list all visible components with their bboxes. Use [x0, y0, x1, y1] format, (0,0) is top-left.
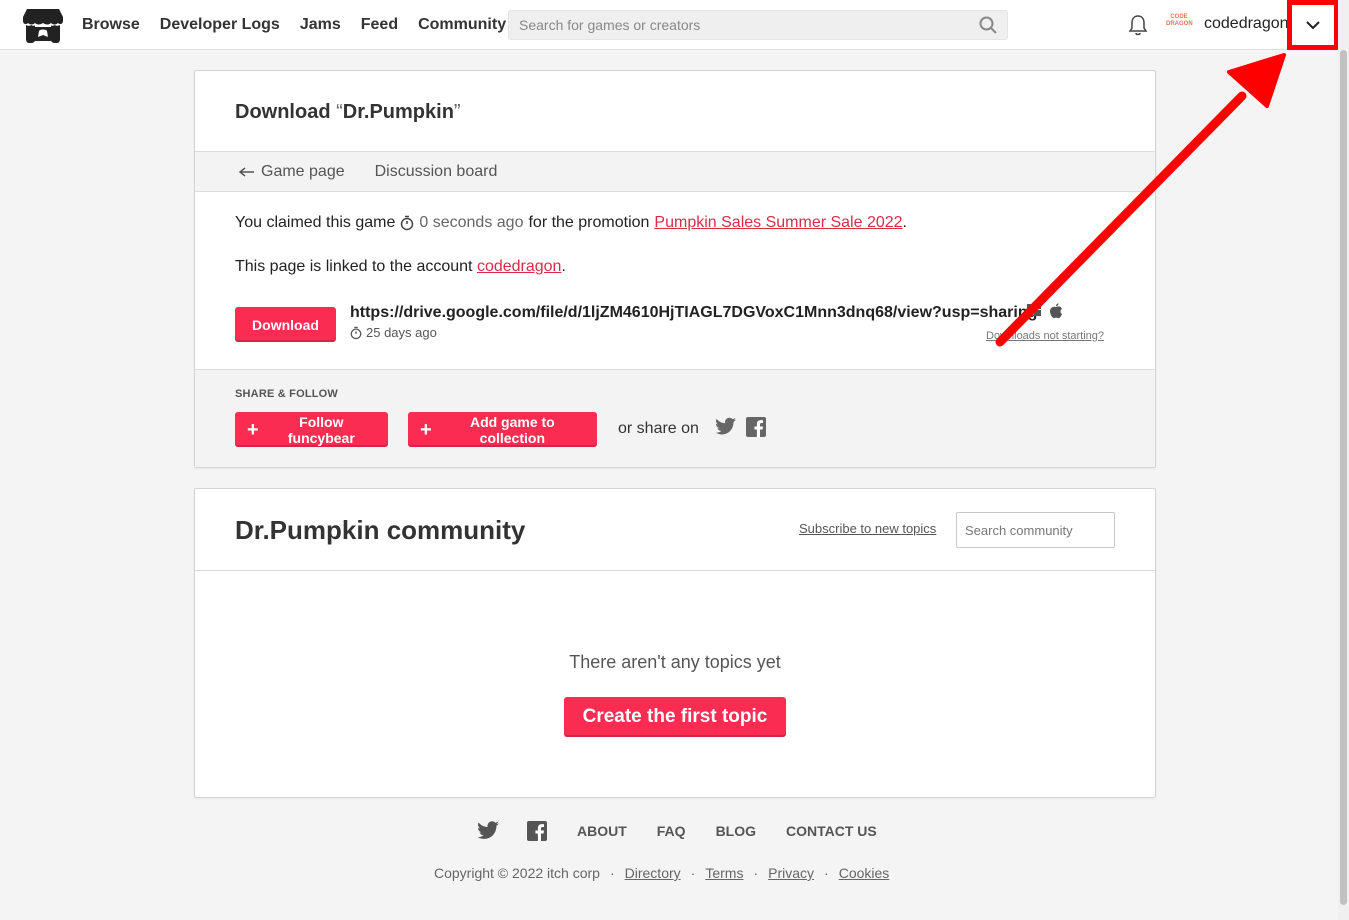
- tab-game-page-label: Game page: [261, 162, 345, 180]
- search-input[interactable]: [509, 11, 969, 39]
- footer-directory-link[interactable]: Directory: [625, 865, 681, 881]
- tab-discussion-board[interactable]: Discussion board: [375, 163, 498, 181]
- page-scrollbar[interactable]: [1338, 0, 1349, 920]
- download-button[interactable]: Download: [235, 307, 336, 342]
- footer-social: [478, 821, 547, 841]
- share-follow-heading: SHARE & FOLLOW: [235, 388, 339, 400]
- footer-about-link[interactable]: ABOUT: [577, 823, 627, 839]
- plus-icon: +: [247, 418, 259, 441]
- subscribe-topics-link[interactable]: Subscribe to new topics: [799, 521, 936, 536]
- file-name: https://drive.google.com/file/d/1ljZM461…: [350, 304, 1038, 321]
- footer-blog-link[interactable]: BLOG: [716, 823, 756, 839]
- stopwatch-icon: [350, 326, 362, 339]
- follow-label: Follow funcybear: [287, 413, 355, 446]
- promotion-link[interactable]: Pumpkin Sales Summer Sale 2022: [654, 214, 902, 231]
- follow-button[interactable]: + Follow funcybear: [235, 412, 388, 447]
- footer-privacy-link[interactable]: Privacy: [768, 865, 814, 881]
- stopwatch-icon: [401, 215, 414, 231]
- claim-info: You claimed this game 0 seconds ago for …: [235, 214, 907, 232]
- game-tabs: Game page Discussion board: [195, 151, 1155, 192]
- footer-links: ABOUT FAQ BLOG CONTACT US: [478, 821, 877, 841]
- avatar[interactable]: CODE DRAGON: [1166, 14, 1193, 36]
- title-prefix: Download: [235, 101, 337, 123]
- downloads-not-starting-link[interactable]: Downloads not starting?: [986, 330, 1104, 342]
- title-close-quote: ”: [453, 101, 461, 123]
- scrollbar-thumb[interactable]: [1340, 50, 1347, 905]
- username[interactable]: codedragon: [1204, 15, 1289, 33]
- separator: ·: [824, 865, 829, 881]
- file-age-text: 25 days ago: [366, 325, 437, 340]
- separator: ·: [690, 865, 696, 881]
- share-icons: [716, 417, 766, 437]
- user-menu-dropdown-button[interactable]: [1287, 0, 1339, 50]
- footer-copyright: Copyright © 2022 itch corp · Directory ·…: [434, 865, 889, 881]
- site-search: [508, 10, 1008, 40]
- community-title: Dr.Pumpkin community: [235, 515, 526, 545]
- community-search-input[interactable]: [956, 512, 1115, 548]
- nav-community[interactable]: Community: [418, 16, 506, 34]
- nav-feed[interactable]: Feed: [361, 16, 398, 34]
- collection-label: Add game to collection: [469, 413, 555, 446]
- nav-jams[interactable]: Jams: [300, 16, 341, 34]
- windows-icon: [1027, 303, 1041, 316]
- facebook-icon[interactable]: [527, 821, 547, 841]
- facebook-icon[interactable]: [746, 417, 766, 437]
- title-game-name: Dr.Pumpkin: [342, 101, 454, 123]
- empty-state-text: There aren't any topics yet: [569, 652, 781, 672]
- separator: ·: [753, 865, 759, 881]
- separator: ·: [609, 865, 615, 881]
- footer-faq-link[interactable]: FAQ: [657, 823, 686, 839]
- search-icon[interactable]: [979, 16, 997, 34]
- arrow-left-icon: [239, 166, 254, 177]
- copyright-text: Copyright © 2022 itch corp: [434, 865, 600, 881]
- file-age: 25 days ago: [350, 325, 437, 340]
- top-header: Browse Developer Logs Jams Feed Communit…: [0, 0, 1339, 50]
- nav-browse[interactable]: Browse: [82, 16, 140, 34]
- share-on-label: or share on: [618, 420, 699, 437]
- nav-developer-logs[interactable]: Developer Logs: [160, 16, 280, 34]
- main-nav: Browse Developer Logs Jams Feed Communit…: [82, 0, 506, 50]
- plus-icon: +: [420, 418, 432, 441]
- title-open-quote: “: [336, 101, 343, 123]
- linked-period: .: [561, 258, 566, 275]
- share-follow-section: SHARE & FOLLOW + Follow funcybear + Add …: [195, 369, 1155, 467]
- apple-icon: [1050, 303, 1062, 319]
- chevron-down-icon: [1306, 21, 1320, 30]
- community-card: Dr.Pumpkin community Subscribe to new to…: [194, 488, 1156, 798]
- claim-time: 0 seconds ago: [419, 214, 524, 231]
- platform-icons: [1027, 303, 1063, 319]
- bell-icon[interactable]: [1128, 14, 1148, 36]
- itch-logo-icon[interactable]: [23, 7, 63, 43]
- claim-promo-text: for the promotion: [528, 214, 650, 231]
- footer-terms-link[interactable]: Terms: [705, 865, 743, 881]
- claim-text: You claimed this game: [235, 214, 396, 231]
- twitter-icon[interactable]: [716, 417, 736, 435]
- footer-contact-link[interactable]: CONTACT US: [786, 823, 877, 839]
- download-card: Download “Dr.Pumpkin” Game page Discussi…: [194, 70, 1156, 468]
- linked-account-link[interactable]: codedragon: [477, 258, 562, 275]
- create-topic-button[interactable]: Create the first topic: [564, 697, 786, 737]
- claim-period: .: [902, 214, 907, 231]
- linked-text: This page is linked to the account: [235, 258, 473, 275]
- tab-game-page[interactable]: Game page: [239, 163, 345, 181]
- add-to-collection-button[interactable]: + Add game to collection: [408, 412, 597, 447]
- linked-account-info: This page is linked to the account coded…: [235, 258, 566, 276]
- page-title: Download “Dr.Pumpkin”: [235, 101, 461, 124]
- footer-cookies-link[interactable]: Cookies: [839, 865, 890, 881]
- divider: [195, 570, 1155, 571]
- twitter-icon[interactable]: [478, 821, 499, 839]
